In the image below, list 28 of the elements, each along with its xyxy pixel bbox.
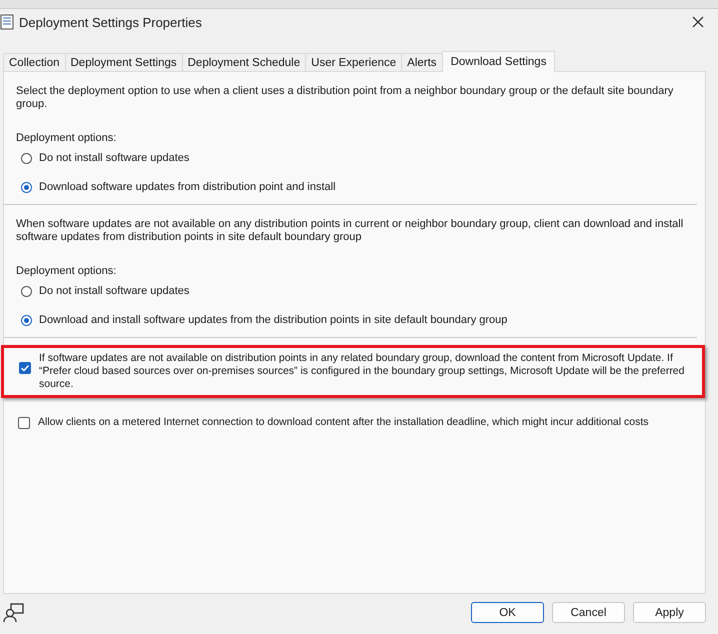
radio-label[interactable]: Do not install software updates: [39, 152, 190, 164]
window-title: Deployment Settings Properties: [19, 14, 203, 30]
dialog-button[interactable]: OK: [471, 602, 544, 623]
description-text: Select the deployment option to use when a client uses a distribution point from a neighbor boundary group or the default site boundary group.: [16, 85, 674, 111]
radio-label[interactable]: Download and install software updates from the distribution points in site default boundary group: [39, 314, 508, 326]
dialog-button[interactable]: Cancel: [552, 602, 625, 623]
radio-label[interactable]: Do not install software updates: [39, 285, 190, 297]
checkbox[interactable]: [19, 362, 31, 374]
checkbox-label[interactable]: Allow clients on a metered Internet connection to download content after the installation deadline, which might incur additional costs: [38, 416, 649, 429]
close-icon[interactable]: [692, 16, 704, 28]
radio-button[interactable]: [21, 286, 32, 296]
tab[interactable]: Deployment Schedule: [182, 53, 306, 71]
checkbox[interactable]: [18, 417, 30, 429]
options-label: Deployment options:: [16, 132, 118, 144]
radio-button[interactable]: [21, 182, 32, 192]
tab[interactable]: Download Settings: [442, 51, 556, 72]
radio-button[interactable]: [21, 152, 32, 164]
radio-button[interactable]: [21, 314, 32, 326]
dialog-button[interactable]: Apply: [633, 602, 706, 623]
tab[interactable]: User Experience: [305, 53, 402, 71]
description-text: When software updates are not available on any distribution points in current or neighbor boundary group, client can download and install software updates from distribution points in site default boundary group: [16, 218, 684, 244]
person-chat-icon[interactable]: [3, 602, 25, 622]
tab[interactable]: Deployment Settings: [64, 53, 183, 71]
options-label: Deployment options:: [16, 265, 118, 277]
document-icon: [0, 14, 14, 30]
checkbox-label[interactable]: If software updates are not available on distribution points in any related boundary group, download the content from Microsoft Update. If “Prefer cloud based sources over on-premises sources” is configured in the boundary group settings, Microsoft Update will be the preferred source.: [39, 352, 692, 391]
tab[interactable]: Collection: [3, 53, 66, 71]
radio-label[interactable]: Download software updates from distribution point and install: [39, 181, 336, 193]
